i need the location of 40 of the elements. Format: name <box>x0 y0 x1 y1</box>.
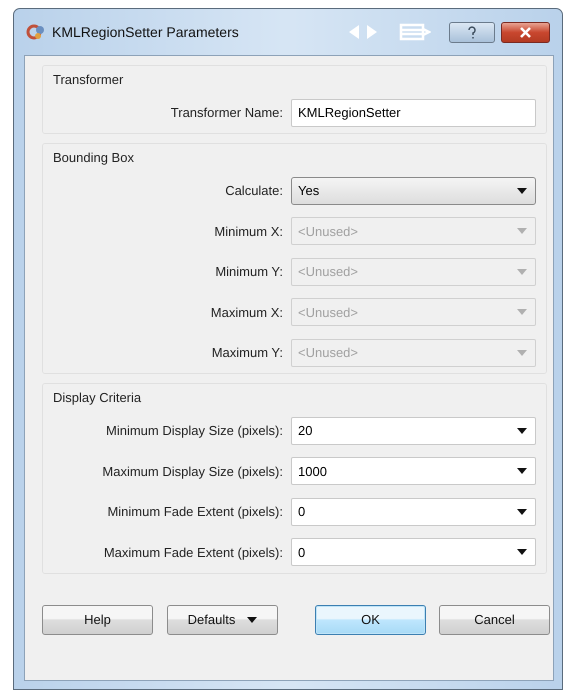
help-button[interactable] <box>449 22 495 42</box>
combo-box[interactable]: 20 <box>291 416 536 444</box>
field-label: Minimum Y: <box>215 264 283 279</box>
dropdown-caret-icon <box>517 268 527 274</box>
dialog-button[interactable]: OK <box>315 604 426 634</box>
dropdown-caret-icon <box>517 188 527 194</box>
field-label: Minimum Display Size (pixels): <box>106 423 283 438</box>
app-icon <box>26 23 46 41</box>
dialog-button[interactable]: Help <box>42 604 153 634</box>
layout-toggle-icon[interactable] <box>399 23 431 41</box>
question-mark-icon <box>467 26 477 38</box>
combo-box[interactable]: 0 <box>291 498 536 526</box>
close-icon <box>520 26 531 38</box>
text-field[interactable]: KMLRegionSetter <box>291 98 536 126</box>
dropdown-caret-icon <box>517 468 527 474</box>
group-title: Display Criteria <box>53 390 142 406</box>
combo-box[interactable]: 0 <box>291 538 536 566</box>
dropdown-button[interactable]: Yes <box>291 176 536 204</box>
field-label: Maximum Display Size (pixels): <box>102 464 283 478</box>
field-label: Calculate: <box>225 183 283 198</box>
window-title: KMLRegionSetter Parameters <box>52 24 239 40</box>
dialog-button[interactable]: Cancel <box>439 604 550 634</box>
dropdown-caret-icon <box>517 428 527 434</box>
dropdown-caret-icon <box>517 228 527 234</box>
combo-box[interactable]: 1000 <box>291 457 536 485</box>
field-label: Transformer Name: <box>170 105 283 120</box>
close-button[interactable] <box>501 22 550 42</box>
dropdown-caret-icon <box>517 350 527 356</box>
field-label: Minimum X: <box>214 224 283 238</box>
field-label: Maximum Y: <box>212 345 283 360</box>
field-label: Maximum X: <box>210 304 283 320</box>
group-title: Transformer <box>53 72 124 88</box>
dropdown-caret-icon <box>517 549 527 555</box>
dropdown-caret-icon <box>517 508 527 514</box>
field-label: Maximum Fade Extent (pixels): <box>104 544 283 560</box>
menu-button[interactable]: Defaults <box>167 604 278 634</box>
dropdown-caret-icon <box>247 616 258 622</box>
dropdown-caret-icon <box>517 309 527 315</box>
field-label: Minimum Fade Extent (pixels): <box>107 504 283 519</box>
group-title: Bounding Box <box>53 150 135 166</box>
